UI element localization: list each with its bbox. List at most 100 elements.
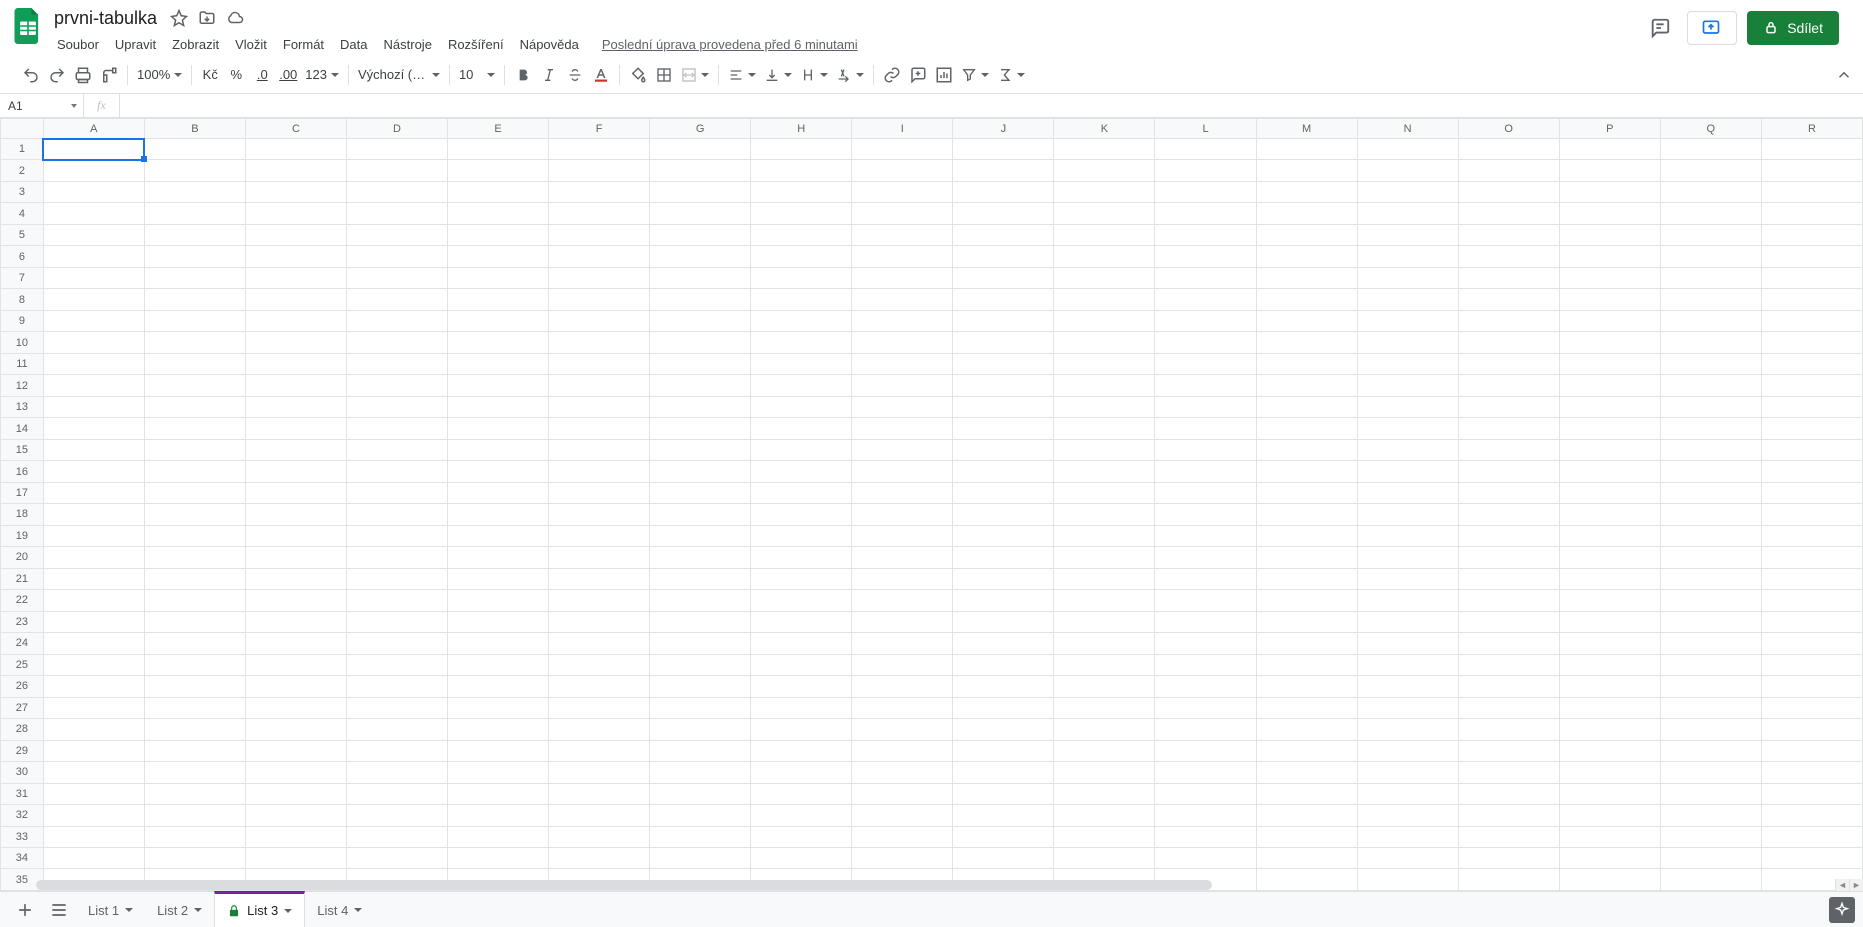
cell[interactable] bbox=[144, 719, 245, 740]
menu-extensions[interactable]: Rozšíření bbox=[441, 35, 511, 54]
cell[interactable] bbox=[852, 224, 953, 245]
cell[interactable] bbox=[43, 332, 144, 353]
cell[interactable] bbox=[549, 482, 650, 503]
cell[interactable] bbox=[346, 547, 447, 568]
cell[interactable] bbox=[1054, 740, 1155, 761]
cell[interactable] bbox=[1660, 847, 1761, 868]
cell[interactable] bbox=[1357, 418, 1458, 439]
cell[interactable] bbox=[448, 160, 549, 181]
cell[interactable] bbox=[1256, 203, 1357, 224]
cell[interactable] bbox=[1155, 568, 1256, 589]
cell[interactable] bbox=[1660, 568, 1761, 589]
cell[interactable] bbox=[448, 203, 549, 224]
cell[interactable] bbox=[1155, 203, 1256, 224]
cell[interactable] bbox=[1761, 439, 1862, 460]
cell[interactable] bbox=[43, 224, 144, 245]
cell[interactable] bbox=[549, 396, 650, 417]
row-header[interactable]: 26 bbox=[1, 676, 44, 697]
cell[interactable] bbox=[1559, 697, 1660, 718]
cell[interactable] bbox=[144, 396, 245, 417]
cell[interactable] bbox=[852, 504, 953, 525]
cell[interactable] bbox=[1458, 676, 1559, 697]
cell[interactable] bbox=[1357, 482, 1458, 503]
cell[interactable] bbox=[549, 762, 650, 783]
chevron-down-icon[interactable] bbox=[125, 908, 133, 912]
cell[interactable] bbox=[1155, 590, 1256, 611]
cell[interactable] bbox=[1761, 740, 1862, 761]
cell[interactable] bbox=[245, 847, 346, 868]
cell[interactable] bbox=[144, 568, 245, 589]
cell[interactable] bbox=[1054, 762, 1155, 783]
cell[interactable] bbox=[852, 568, 953, 589]
cell[interactable] bbox=[1256, 676, 1357, 697]
cell[interactable] bbox=[1054, 697, 1155, 718]
row-header[interactable]: 33 bbox=[1, 826, 44, 847]
vertical-align-button[interactable] bbox=[760, 62, 796, 88]
cell[interactable] bbox=[346, 719, 447, 740]
cell[interactable] bbox=[1660, 826, 1761, 847]
cell[interactable] bbox=[953, 461, 1054, 482]
cell[interactable] bbox=[346, 418, 447, 439]
cell[interactable] bbox=[245, 762, 346, 783]
cell[interactable] bbox=[245, 826, 346, 847]
formula-input[interactable] bbox=[120, 94, 1863, 117]
share-button[interactable]: Sdílet bbox=[1747, 11, 1839, 45]
cell[interactable] bbox=[1155, 375, 1256, 396]
cell[interactable] bbox=[1256, 139, 1357, 160]
cell[interactable] bbox=[650, 139, 751, 160]
cell[interactable] bbox=[1458, 847, 1559, 868]
cell[interactable] bbox=[43, 139, 144, 160]
cell[interactable] bbox=[1458, 547, 1559, 568]
row-header[interactable]: 6 bbox=[1, 246, 44, 267]
cell[interactable] bbox=[1256, 396, 1357, 417]
cell[interactable] bbox=[43, 246, 144, 267]
cell[interactable] bbox=[1357, 590, 1458, 611]
cell[interactable] bbox=[43, 160, 144, 181]
cell[interactable] bbox=[448, 611, 549, 632]
cell[interactable] bbox=[953, 762, 1054, 783]
cell[interactable] bbox=[751, 633, 852, 654]
cell[interactable] bbox=[1155, 697, 1256, 718]
cell[interactable] bbox=[650, 525, 751, 546]
cell[interactable] bbox=[549, 461, 650, 482]
cell[interactable] bbox=[1256, 353, 1357, 374]
column-header[interactable]: G bbox=[650, 119, 751, 139]
cell[interactable] bbox=[1660, 525, 1761, 546]
cell[interactable] bbox=[1155, 332, 1256, 353]
cell[interactable] bbox=[1660, 482, 1761, 503]
cell[interactable] bbox=[1256, 719, 1357, 740]
cell[interactable] bbox=[448, 847, 549, 868]
cell[interactable] bbox=[1761, 805, 1862, 826]
cell[interactable] bbox=[1660, 805, 1761, 826]
cell[interactable] bbox=[1256, 568, 1357, 589]
cell[interactable] bbox=[1054, 719, 1155, 740]
cell[interactable] bbox=[144, 375, 245, 396]
row-header[interactable]: 17 bbox=[1, 482, 44, 503]
cell[interactable] bbox=[852, 289, 953, 310]
cell[interactable] bbox=[1256, 740, 1357, 761]
cell[interactable] bbox=[245, 139, 346, 160]
cell[interactable] bbox=[852, 805, 953, 826]
cell[interactable] bbox=[650, 504, 751, 525]
cell[interactable] bbox=[650, 719, 751, 740]
cell[interactable] bbox=[1559, 504, 1660, 525]
cell[interactable] bbox=[448, 826, 549, 847]
cell[interactable] bbox=[1660, 590, 1761, 611]
cell[interactable] bbox=[245, 547, 346, 568]
cell[interactable] bbox=[1155, 805, 1256, 826]
menu-edit[interactable]: Upravit bbox=[108, 35, 163, 54]
cell[interactable] bbox=[650, 181, 751, 202]
cell[interactable] bbox=[1761, 482, 1862, 503]
cell[interactable] bbox=[953, 719, 1054, 740]
cell[interactable] bbox=[1458, 719, 1559, 740]
cloud-status-icon[interactable] bbox=[225, 8, 245, 28]
sheet-tab[interactable]: List 4 bbox=[305, 892, 374, 927]
cell[interactable] bbox=[1357, 783, 1458, 804]
cell[interactable] bbox=[1660, 719, 1761, 740]
cell[interactable] bbox=[1761, 139, 1862, 160]
column-header[interactable]: L bbox=[1155, 119, 1256, 139]
cell[interactable] bbox=[346, 203, 447, 224]
cell[interactable] bbox=[953, 396, 1054, 417]
row-header[interactable]: 24 bbox=[1, 633, 44, 654]
cell[interactable] bbox=[346, 590, 447, 611]
